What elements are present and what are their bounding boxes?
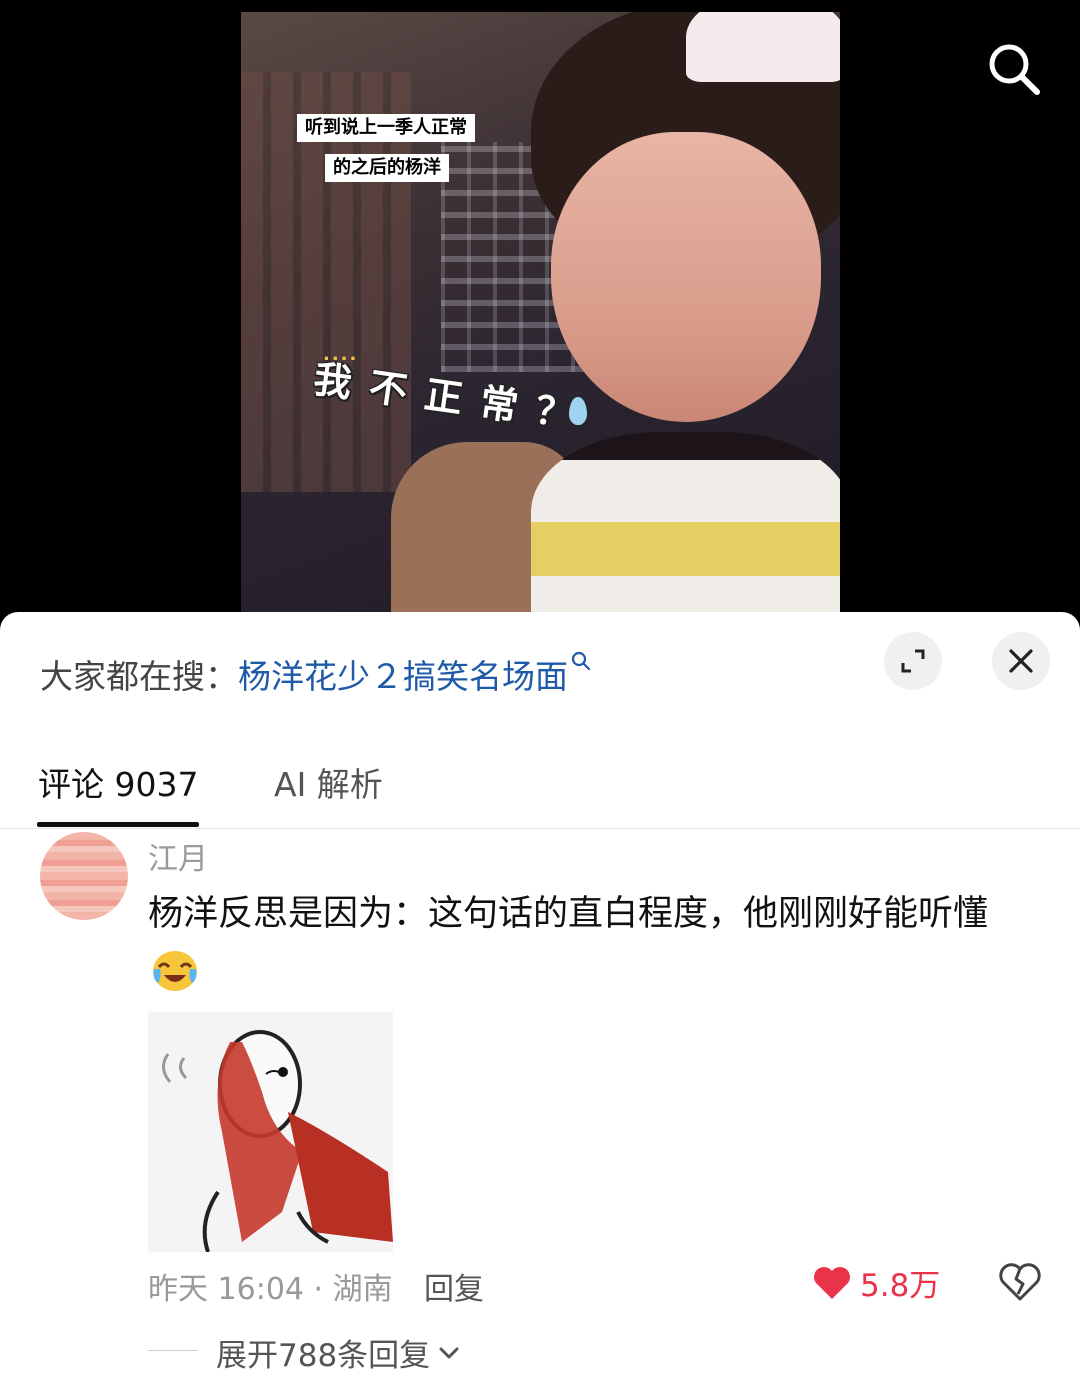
chevron-down-icon bbox=[439, 1347, 459, 1358]
broken-heart-icon[interactable] bbox=[998, 1262, 1042, 1302]
crying-laughing-emoji-icon bbox=[153, 951, 197, 991]
comment-tabs: 评论 9037 AI 解析 bbox=[0, 752, 1080, 829]
expand-replies-label: 展开788条回复 bbox=[216, 1338, 431, 1374]
expand-button[interactable] bbox=[884, 632, 942, 690]
expand-icon bbox=[901, 649, 925, 673]
comment-text: 杨洋反思是因为：这句话的直白程度，他刚刚好能听懂 bbox=[148, 894, 989, 934]
comment-meta: 昨天 16:04 · 湖南 bbox=[148, 1272, 393, 1307]
comment-sticker-image[interactable] bbox=[148, 1012, 393, 1252]
video-player[interactable]: 听到说上一季人正常 的之后的杨洋 .... 我不正常？ bbox=[0, 0, 1080, 640]
like-button[interactable]: 5.8万 bbox=[812, 1260, 940, 1305]
reply-button[interactable]: 回复 bbox=[424, 1264, 484, 1308]
sweat-drop-icon bbox=[569, 397, 587, 425]
active-tab-indicator bbox=[37, 822, 199, 827]
video-cap bbox=[686, 12, 840, 82]
tab-comments[interactable]: 评论 9037 bbox=[38, 758, 198, 806]
like-count: 5.8万 bbox=[860, 1268, 941, 1304]
expand-divider bbox=[148, 1350, 198, 1351]
comment-sheet: 大家都在搜：杨洋花少２搞笑名场面 评论 9037 AI 解析 江月 杨洋反思是因… bbox=[0, 612, 1080, 1393]
hot-search-bar[interactable]: 大家都在搜：杨洋花少２搞笑名场面 bbox=[40, 650, 592, 698]
video-frame[interactable]: 听到说上一季人正常 的之后的杨洋 .... 我不正常？ bbox=[241, 12, 840, 612]
heart-icon bbox=[814, 1266, 850, 1299]
video-caption-line1: 听到说上一季人正常 bbox=[297, 114, 475, 142]
close-icon bbox=[1009, 649, 1033, 673]
close-button[interactable] bbox=[992, 632, 1050, 690]
video-face bbox=[551, 132, 821, 422]
tab-ai-analysis[interactable]: AI 解析 bbox=[274, 758, 383, 806]
video-caption-line2: 的之后的杨洋 bbox=[325, 154, 449, 182]
avatar[interactable] bbox=[40, 832, 128, 920]
comment-username[interactable]: 江月 bbox=[148, 834, 208, 878]
expand-replies-button[interactable]: 展开788条回复 bbox=[216, 1330, 460, 1375]
meme-image bbox=[148, 1012, 393, 1252]
video-shirt bbox=[531, 432, 840, 612]
search-icon bbox=[571, 651, 591, 671]
hot-search-term[interactable]: 杨洋花少２搞笑名场面 bbox=[238, 657, 568, 696]
search-icon[interactable] bbox=[985, 40, 1041, 96]
hot-search-prefix: 大家都在搜： bbox=[40, 657, 238, 696]
